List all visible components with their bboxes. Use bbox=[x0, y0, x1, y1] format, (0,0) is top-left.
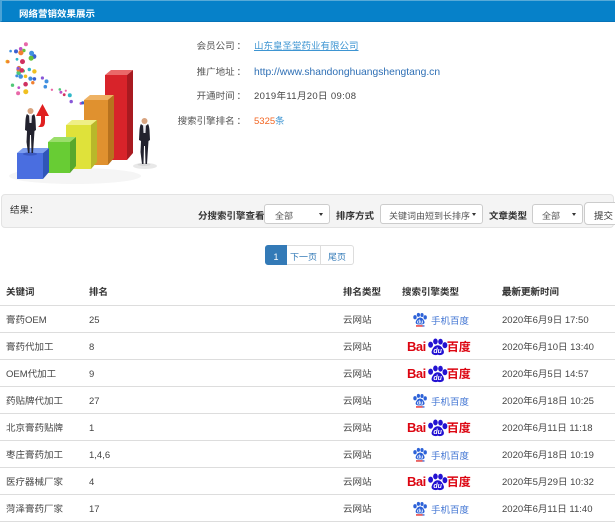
svg-text:du: du bbox=[417, 508, 423, 515]
svg-text:du: du bbox=[417, 400, 423, 407]
svg-text:du: du bbox=[433, 346, 442, 356]
svg-text:du: du bbox=[417, 319, 423, 326]
svg-text:du: du bbox=[417, 454, 423, 461]
svg-text:du: du bbox=[433, 427, 442, 437]
svg-text:du: du bbox=[433, 373, 442, 383]
svg-text:du: du bbox=[433, 481, 442, 491]
